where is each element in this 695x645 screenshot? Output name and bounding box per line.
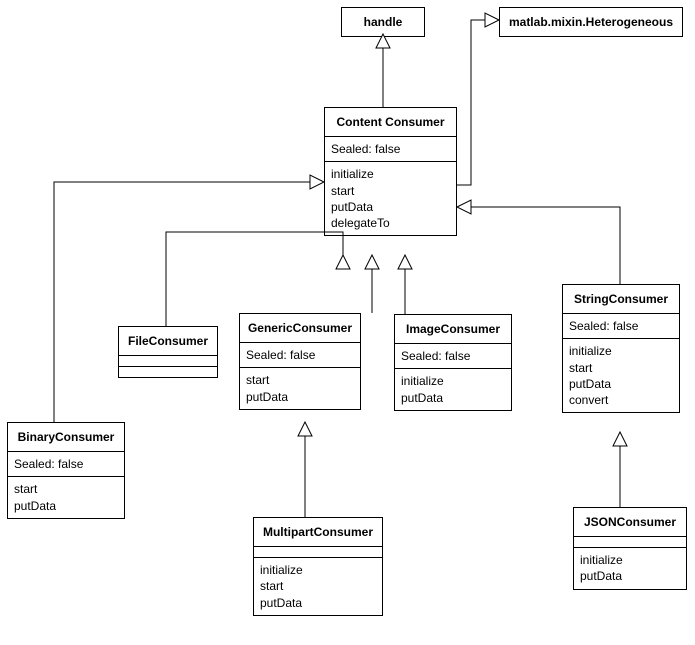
method: putData (260, 595, 376, 611)
method: putData (331, 199, 450, 215)
method: initialize (260, 562, 376, 578)
method: start (246, 372, 354, 388)
class-string-consumer: StringConsumer Sealed: false initialize … (562, 284, 680, 413)
attribute: Sealed: false (246, 347, 354, 363)
attribute: Sealed: false (331, 141, 450, 157)
generalization-imageconsumer-contentconsumer (398, 255, 412, 314)
methods-section: initialize putData (395, 369, 511, 409)
attributes-section: Sealed: false (8, 452, 124, 477)
method: putData (401, 390, 505, 406)
class-title: handle (342, 8, 424, 36)
attributes-section (254, 547, 382, 558)
class-binary-consumer: BinaryConsumer Sealed: false start putDa… (7, 422, 125, 519)
attributes-section (574, 537, 686, 548)
class-json-consumer: JSONConsumer initialize putData (573, 507, 687, 590)
class-title: Content Consumer (325, 108, 456, 137)
class-multipart-consumer: MultipartConsumer initialize start putDa… (253, 517, 383, 616)
generalization-contentconsumer-handle (376, 34, 390, 107)
attributes-section: Sealed: false (395, 344, 511, 369)
attributes-section: Sealed: false (240, 343, 360, 368)
method: start (14, 481, 118, 497)
attributes-section: Sealed: false (563, 314, 679, 339)
methods-section: start putData (8, 477, 124, 517)
methods-section: start putData (240, 368, 360, 408)
method: putData (580, 568, 680, 584)
method: start (569, 360, 673, 376)
class-title: GenericConsumer (240, 314, 360, 343)
class-heterogeneous: matlab.mixin.Heterogeneous (499, 7, 683, 37)
method: putData (14, 498, 118, 514)
generalization-multipartconsumer-genericconsumer (298, 422, 312, 517)
method: putData (246, 389, 354, 405)
class-title: StringConsumer (563, 285, 679, 314)
class-image-consumer: ImageConsumer Sealed: false initialize p… (394, 314, 512, 411)
method: start (331, 183, 450, 199)
class-title: JSONConsumer (574, 508, 686, 537)
method: putData (569, 376, 673, 392)
methods-section: initialize start putData convert (563, 339, 679, 412)
methods-section: initialize putData (574, 548, 686, 588)
generalization-jsonconsumer-stringconsumer (613, 432, 627, 507)
class-content-consumer: Content Consumer Sealed: false initializ… (324, 107, 457, 236)
class-title: FileConsumer (119, 327, 217, 356)
attributes-section (119, 356, 217, 367)
uml-class-diagram: handle matlab.mixin.Heterogeneous Conten… (0, 0, 695, 645)
attributes-section: Sealed: false (325, 137, 456, 162)
class-handle: handle (341, 7, 425, 37)
generalization-stringconsumer-contentconsumer (457, 200, 620, 284)
method: start (260, 578, 376, 594)
method: initialize (580, 552, 680, 568)
generalization-genericconsumer-contentconsumer (300, 255, 379, 313)
attribute: Sealed: false (401, 348, 505, 364)
attribute: Sealed: false (569, 318, 673, 334)
methods-section: initialize start putData delegateTo (325, 162, 456, 235)
generalization-fileconsumer-contentconsumer (166, 232, 350, 326)
generalization-contentconsumer-heterogeneous (457, 13, 499, 185)
methods-section (119, 367, 217, 377)
method: initialize (401, 373, 505, 389)
class-title: MultipartConsumer (254, 518, 382, 547)
class-generic-consumer: GenericConsumer Sealed: false start putD… (239, 313, 361, 410)
class-title: BinaryConsumer (8, 423, 124, 452)
method: delegateTo (331, 215, 450, 231)
method: initialize (569, 343, 673, 359)
class-title: matlab.mixin.Heterogeneous (500, 8, 682, 36)
methods-section: initialize start putData (254, 558, 382, 615)
class-file-consumer: FileConsumer (118, 326, 218, 378)
method: convert (569, 392, 673, 408)
method: initialize (331, 166, 450, 182)
class-title: ImageConsumer (395, 315, 511, 344)
attribute: Sealed: false (14, 456, 118, 472)
